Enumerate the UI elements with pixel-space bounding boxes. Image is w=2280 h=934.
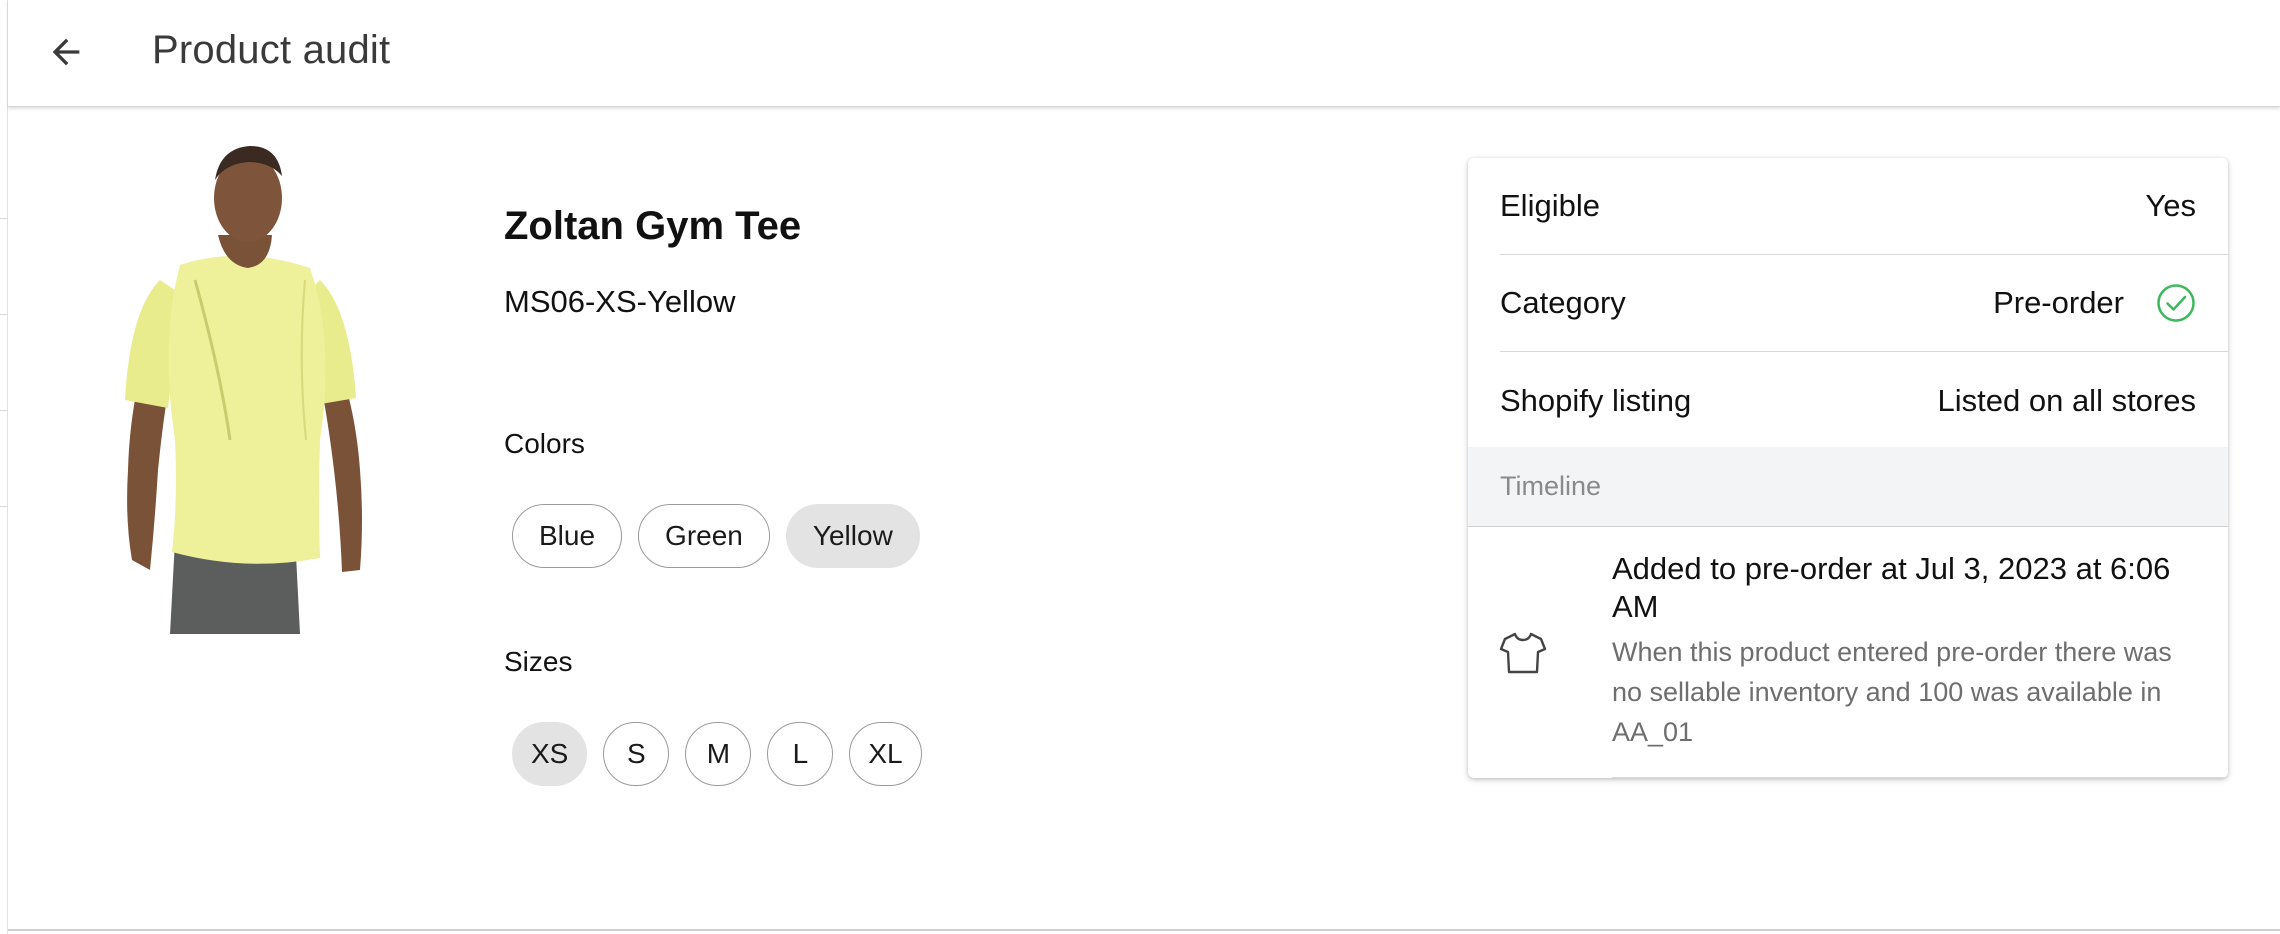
- timeline-entry-description: When this product entered pre-order ther…: [1612, 637, 2172, 747]
- timeline-entry-title: Added to pre-order at Jul 3, 2023 at 6:0…: [1612, 551, 2171, 624]
- timeline-divider: [1612, 777, 2228, 778]
- tshirt-icon: [1499, 632, 1547, 674]
- bottom-divider: [8, 929, 2280, 931]
- colors-label: Colors: [504, 428, 585, 459]
- sizes-label: Sizes: [504, 646, 573, 677]
- left-rail: [0, 0, 8, 934]
- shopify-label: Shopify listing: [1500, 382, 1692, 418]
- check-circle-icon: [2157, 284, 2195, 322]
- size-chip-s[interactable]: S: [603, 722, 670, 786]
- size-chip-group: XS S M L XL: [512, 722, 922, 786]
- category-label: Category: [1500, 285, 1626, 320]
- rail-divider: [0, 314, 8, 315]
- category-value: Pre-order: [1993, 285, 2124, 320]
- size-chip-xs[interactable]: XS: [512, 722, 588, 786]
- arrow-left-icon: [52, 38, 80, 66]
- timeline-header: Timeline: [1468, 447, 2228, 527]
- rail-divider: [0, 506, 8, 507]
- product-audit-page: Product audit Zoltan Gym Tee MS06-XS-Yel…: [0, 0, 2280, 934]
- page-title: Product audit: [152, 28, 391, 72]
- page-header: Product audit: [8, 0, 2280, 107]
- eligible-row: Eligible Yes: [1500, 158, 2228, 255]
- back-button[interactable]: [38, 24, 94, 80]
- size-chip-m[interactable]: M: [685, 722, 752, 786]
- shopify-row: Shopify listing Listed on all stores: [1500, 352, 2228, 449]
- timeline-label: Timeline: [1500, 471, 1602, 501]
- category-value-group: Pre-order: [1993, 283, 2196, 323]
- product-sku: MS06-XS-Yellow: [504, 284, 736, 319]
- eligible-value: Yes: [2145, 188, 2196, 223]
- color-chip-yellow[interactable]: Yellow: [785, 504, 920, 568]
- category-row: Category Pre-order: [1500, 255, 2228, 352]
- size-chip-l[interactable]: L: [767, 722, 834, 786]
- color-chip-green[interactable]: Green: [638, 504, 770, 568]
- product-name: Zoltan Gym Tee: [504, 204, 802, 248]
- rail-divider: [0, 410, 8, 411]
- color-chip-group: Blue Green Yellow: [512, 504, 920, 568]
- audit-card: Eligible Yes Category Pre-order Shopify …: [1468, 158, 2228, 778]
- eligible-label: Eligible: [1500, 188, 1600, 223]
- product-image: [125, 146, 362, 634]
- color-chip-blue[interactable]: Blue: [512, 504, 623, 568]
- rail-divider: [0, 218, 8, 219]
- size-chip-xl[interactable]: XL: [849, 722, 922, 786]
- shopify-value: Listed on all stores: [1937, 382, 2196, 418]
